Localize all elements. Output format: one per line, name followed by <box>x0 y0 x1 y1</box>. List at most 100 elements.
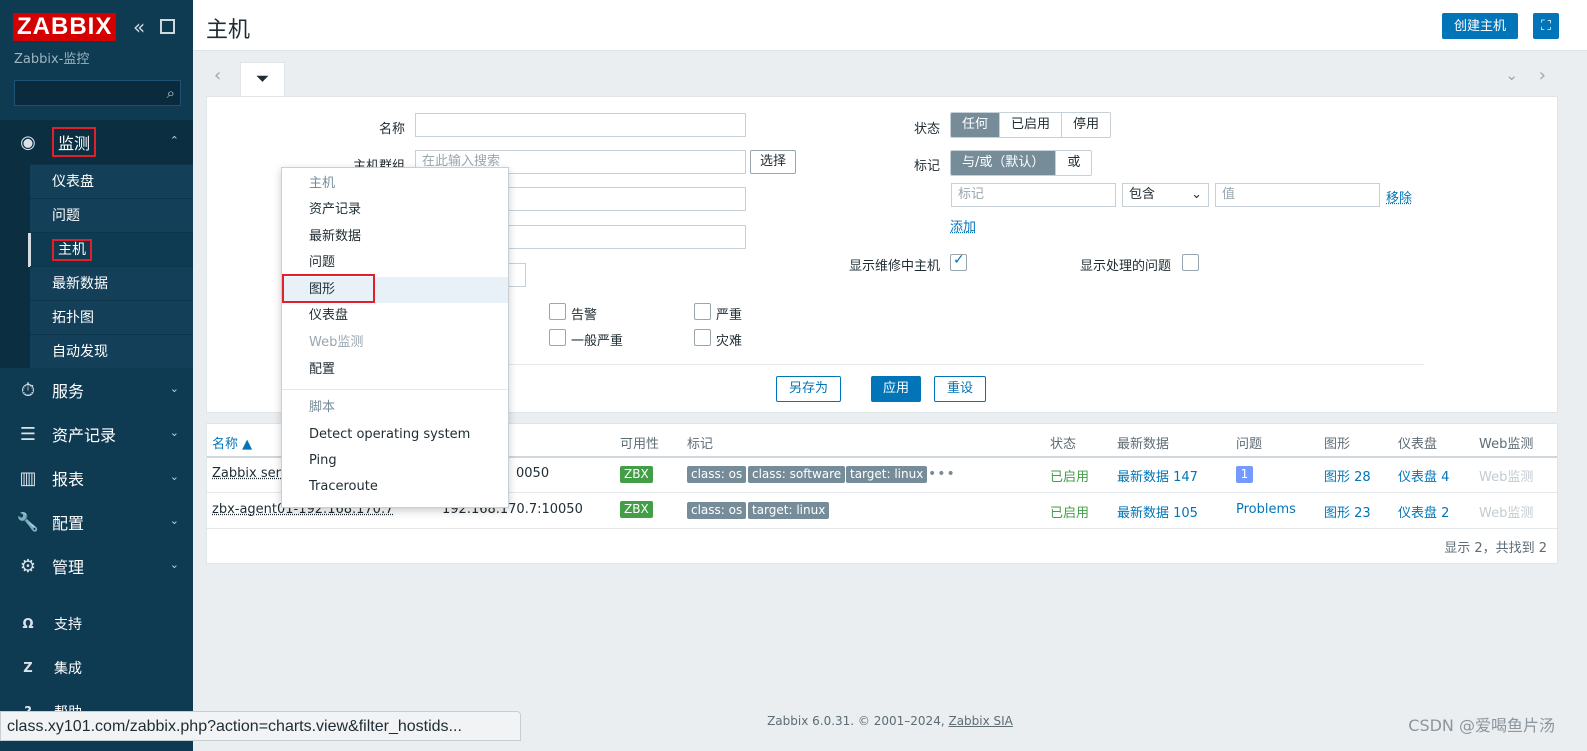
suppressed-checkbox[interactable] <box>1182 254 1199 271</box>
tags-label: 标记 <box>913 159 940 174</box>
submenu-discovery[interactable]: 自动发现 <box>30 334 193 368</box>
severity-average-checkbox[interactable] <box>549 329 566 346</box>
menu-administration[interactable]: ⚙ 管理 ⌄ <box>0 544 193 588</box>
severity-disaster-label: 灾难 <box>716 334 743 349</box>
col-name-header[interactable]: 名称 ▲ <box>212 433 252 452</box>
menu-monitoring[interactable]: ◉ 监测 ⌃ <box>0 120 193 164</box>
context-menu-separator <box>282 389 508 390</box>
footer-copyright: Zabbix 6.0.31. © 2001–2024, <box>767 714 949 728</box>
tags-mode-or[interactable]: 或 <box>1055 151 1092 175</box>
menu-configuration-label: 配置 <box>52 514 85 533</box>
chevron-left-icon[interactable]: ‹ <box>214 65 221 86</box>
zabbix-z-icon: Z <box>23 660 33 676</box>
submenu-dashboard[interactable]: 仪表盘 <box>30 164 193 198</box>
submenu-maps[interactable]: 拓扑图 <box>30 300 193 334</box>
zbx-availability-badge: ZBX <box>620 501 653 518</box>
menu-integrations[interactable]: Z 集成 <box>0 646 193 690</box>
sidebar-search-input[interactable]: ⌕ <box>14 80 181 106</box>
col-availability-header: 可用性 <box>620 437 660 452</box>
menu-reports[interactable]: ▥ 报表 ⌄ <box>0 456 193 500</box>
context-menu-dashboards[interactable]: 仪表盘 <box>282 303 508 329</box>
chevron-up-icon: ⌃ <box>169 134 179 147</box>
submenu-hosts[interactable]: 主机 <box>28 232 193 267</box>
collapse-sidebar-icon[interactable]: « <box>133 17 145 37</box>
status-any[interactable]: 任何 <box>951 113 1000 137</box>
select-hostgroup-button[interactable]: 选择 <box>750 150 797 174</box>
page-header: 主机 创建主机 ⛶ <box>193 0 1587 51</box>
stopwatch-icon: ⏱ <box>20 379 36 401</box>
more-tags-icon[interactable]: ••• <box>928 466 956 482</box>
add-tag-link[interactable]: 添加 <box>950 216 976 235</box>
kiosk-mode-icon[interactable] <box>160 19 175 34</box>
row-separator <box>207 528 1557 529</box>
page-title: 主机 <box>206 18 251 43</box>
name-input[interactable] <box>415 113 746 137</box>
context-menu-inventory[interactable]: 资产记录 <box>282 197 508 223</box>
headset-icon: Ω <box>22 616 34 632</box>
zabbix-logo[interactable]: ZABBIX <box>13 13 117 41</box>
filter-tabs: ‹ ⏷ ⌄ › <box>206 60 1558 97</box>
chevron-right-icon[interactable]: › <box>1539 65 1546 86</box>
submenu-hosts-label: 主机 <box>52 239 92 261</box>
tags-mode-andor[interactable]: 与/或（默认） <box>951 151 1056 175</box>
latest-data-link[interactable]: 最新数据 147 <box>1117 466 1198 485</box>
csdn-watermark: CSDN @爱喝鱼片汤 <box>1408 716 1555 735</box>
fullscreen-icon[interactable]: ⛶ <box>1533 13 1559 39</box>
create-host-button[interactable]: 创建主机 <box>1442 13 1519 39</box>
footer-company-link[interactable]: Zabbix SIA <box>948 714 1012 728</box>
host-status[interactable]: 已启用 <box>1050 502 1089 521</box>
severity-warning-checkbox[interactable] <box>549 303 566 320</box>
menu-services[interactable]: ⏱ 服务 ⌄ <box>0 368 193 412</box>
tag-operator-select[interactable]: 包含 ⌄ <box>1122 183 1209 207</box>
context-menu-latest-data[interactable]: 最新数据 <box>282 224 508 250</box>
maintenance-checkbox[interactable] <box>950 252 967 271</box>
problems-badge[interactable]: 1 <box>1236 466 1253 483</box>
menu-integrations-label: 集成 <box>54 661 82 677</box>
host-status[interactable]: 已启用 <box>1050 466 1089 485</box>
reset-button[interactable]: 重设 <box>934 376 987 402</box>
tags-mode-segmented: 与/或（默认） 或 <box>950 150 1093 176</box>
chevron-down-icon[interactable]: ⌄ <box>1505 66 1518 84</box>
save-as-button[interactable]: 另存为 <box>776 376 842 402</box>
graphs-link[interactable]: 图形 23 <box>1324 502 1371 521</box>
filter-tab[interactable]: ⏷ <box>240 62 285 97</box>
menu-inventory[interactable]: ☰ 资产记录 ⌄ <box>0 412 193 456</box>
apply-button[interactable]: 应用 <box>871 376 922 402</box>
col-status-header[interactable]: 状态 <box>1050 433 1076 452</box>
tag-name-input[interactable]: 标记 <box>951 183 1116 207</box>
context-menu-script-ping[interactable]: Ping <box>282 448 508 474</box>
menu-configuration[interactable]: 🔧 配置 ⌄ <box>0 500 193 544</box>
remove-tag-link[interactable]: 移除 <box>1386 187 1412 206</box>
severity-high-checkbox[interactable] <box>694 303 711 320</box>
zbx-availability-badge: ZBX <box>620 466 653 483</box>
wrench-icon: 🔧 <box>16 511 40 533</box>
context-menu-configuration[interactable]: 配置 <box>282 357 508 383</box>
menu-support[interactable]: Ω 支持 <box>0 602 193 646</box>
bar-chart-icon: ▥ <box>19 467 37 489</box>
graphs-link[interactable]: 图形 28 <box>1324 466 1371 485</box>
web-monitoring-text: Web监测 <box>1479 470 1534 485</box>
host-name-link[interactable]: Zabbix serv <box>212 466 289 481</box>
search-icon[interactable]: ⌕ <box>167 84 175 102</box>
severity-disaster-checkbox[interactable] <box>694 329 711 346</box>
submenu-latest-data[interactable]: 最新数据 <box>30 266 193 300</box>
host-interface: 0050 <box>516 466 550 481</box>
status-disabled[interactable]: 停用 <box>1061 113 1111 137</box>
dashboards-link[interactable]: 仪表盘 2 <box>1398 502 1449 521</box>
tag-badge: target: linux <box>748 502 830 519</box>
filter-divider <box>507 364 1424 365</box>
context-menu-script-detect-os[interactable]: Detect operating system <box>282 422 508 448</box>
status-enabled[interactable]: 已启用 <box>999 113 1062 137</box>
tag-value-input[interactable]: 值 <box>1215 183 1380 207</box>
list-icon: ☰ <box>19 423 37 445</box>
latest-data-link[interactable]: 最新数据 105 <box>1117 502 1198 521</box>
context-menu-problems[interactable]: 问题 <box>282 250 508 276</box>
context-menu-script-traceroute[interactable]: Traceroute <box>282 474 508 500</box>
gear-icon: ⚙ <box>19 555 37 577</box>
main-menu: ◉ 监测 ⌃ 仪表盘 问题 主机 最新数据 拓扑图 自动发现 ⏱ 服务 ⌄ ☰ … <box>0 120 193 734</box>
server-name: Zabbix-监控 <box>14 52 90 67</box>
submenu-problems[interactable]: 问题 <box>30 198 193 232</box>
dashboards-link[interactable]: 仪表盘 4 <box>1398 466 1449 485</box>
web-monitoring-text: Web监测 <box>1479 506 1534 521</box>
problems-link[interactable]: Problems <box>1236 502 1296 517</box>
